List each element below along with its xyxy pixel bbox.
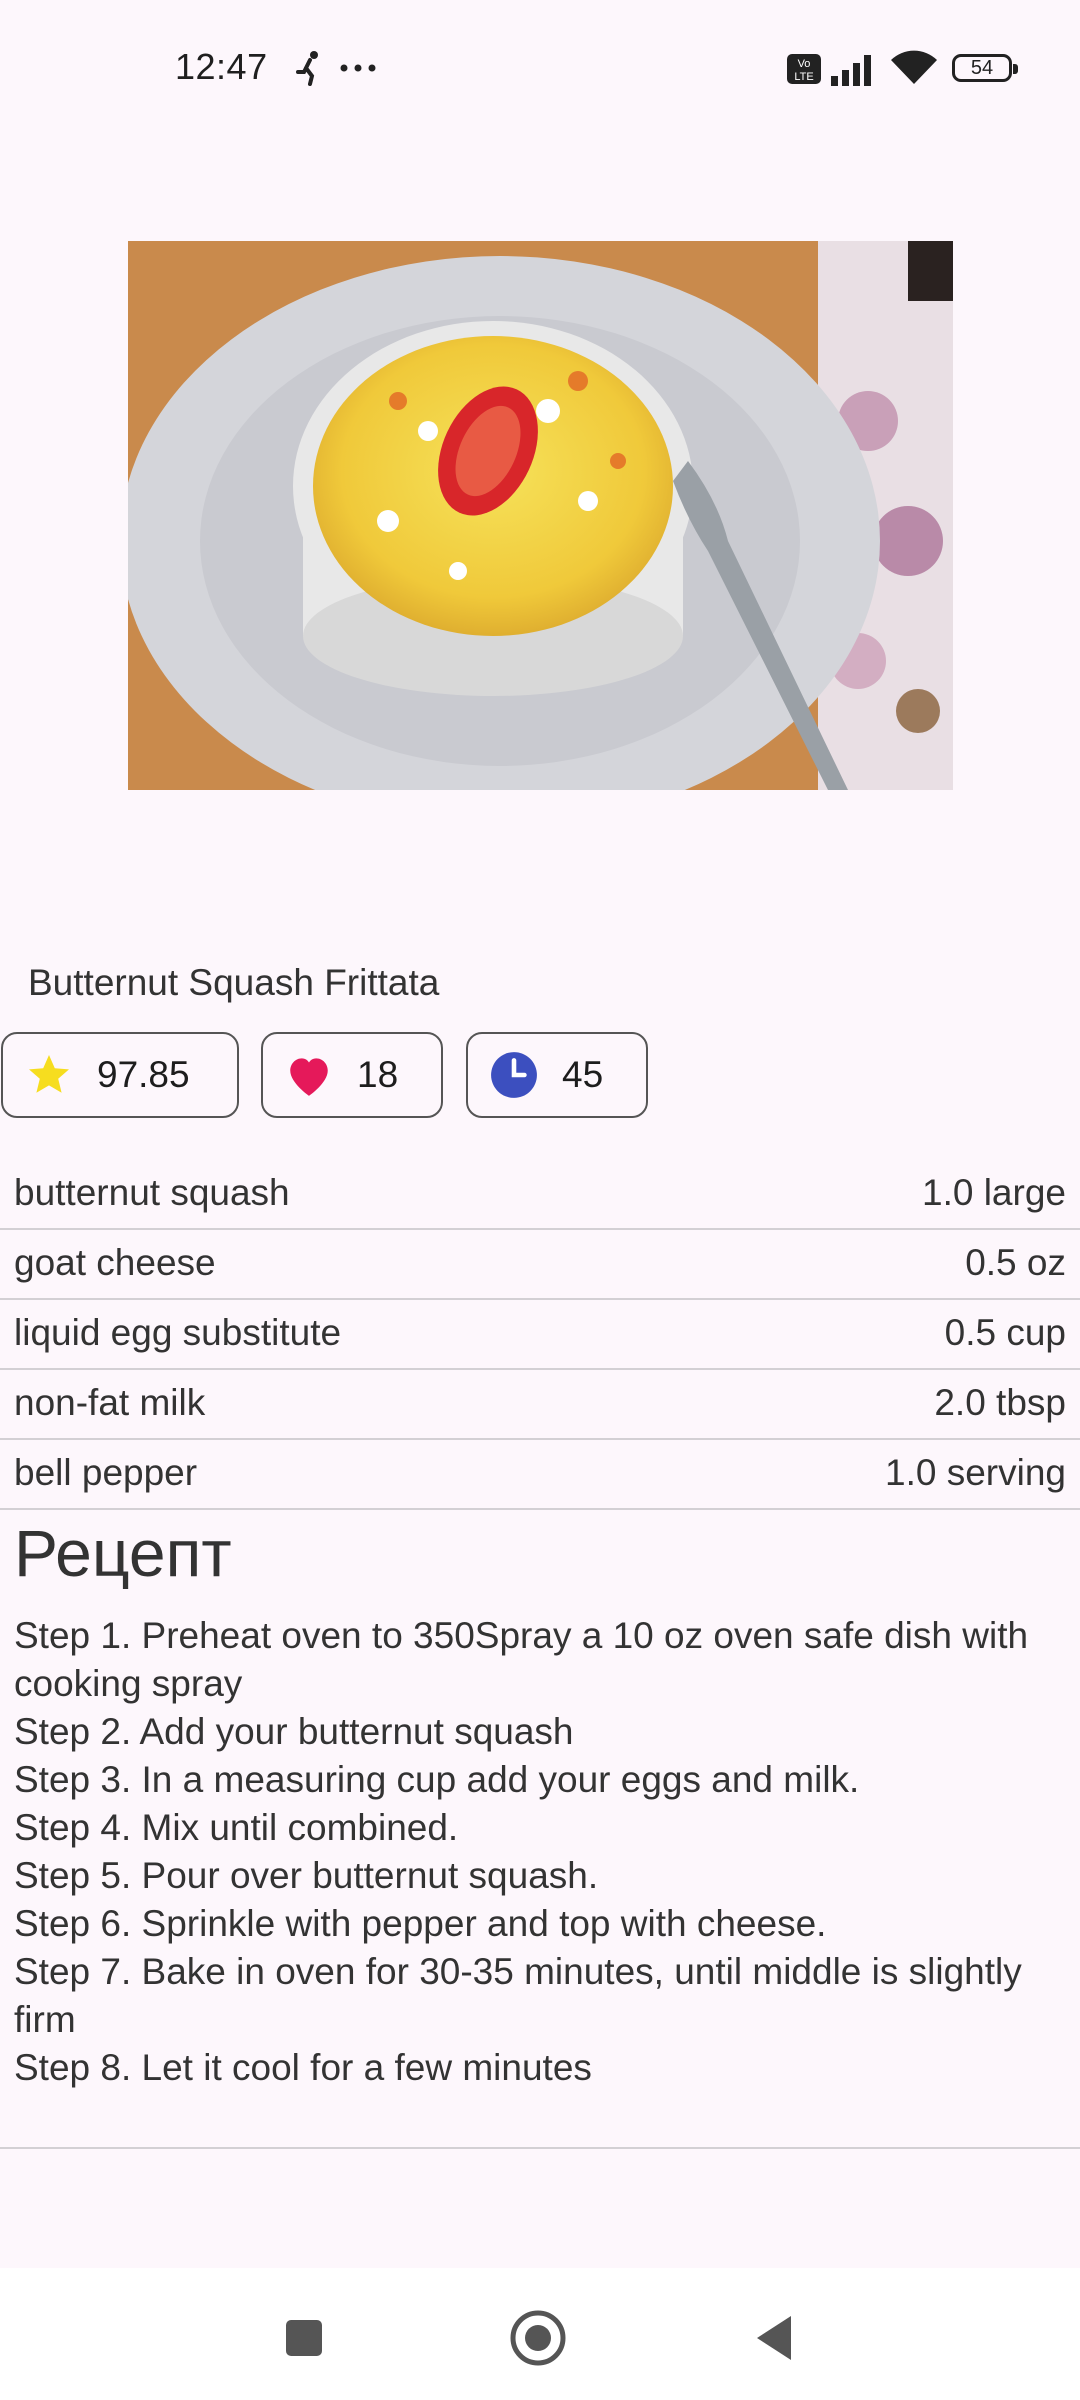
ingredient-row: bell pepper 1.0 serving xyxy=(0,1440,1080,1510)
walk-icon xyxy=(292,50,322,86)
status-bar: 12:47 Vo LTE 54 xyxy=(0,0,1080,140)
recipe-step: Step 3. In a measuring cup add your eggs… xyxy=(14,1759,860,1800)
recipe-steps: Step 1. Preheat oven to 350Spray a 10 oz… xyxy=(14,1612,1064,2092)
likes-chip[interactable]: 18 xyxy=(261,1032,443,1118)
recipe-step: Step 6. Sprinkle with pepper and top wit… xyxy=(14,1903,827,1944)
ingredient-quantity: 1.0 large xyxy=(922,1172,1066,1213)
clock-icon xyxy=(488,1049,540,1101)
ingredient-name: bell pepper xyxy=(14,1452,198,1493)
svg-text:Vo: Vo xyxy=(798,58,811,70)
svg-text:LTE: LTE xyxy=(794,71,813,83)
recipe-step: Step 7. Bake in oven for 30-35 minutes, … xyxy=(14,1951,1022,2040)
battery-icon: 54 xyxy=(952,54,1018,82)
time-value: 45 xyxy=(562,1054,604,1095)
ingredient-quantity: 0.5 cup xyxy=(944,1312,1066,1353)
rating-chip[interactable]: 97.85 xyxy=(1,1032,239,1118)
signal-icon xyxy=(831,52,879,86)
ingredient-name: butternut squash xyxy=(14,1172,290,1213)
ingredient-name: goat cheese xyxy=(14,1242,216,1283)
navigation-bar xyxy=(0,2268,1080,2400)
recents-square-icon[interactable] xyxy=(274,2308,334,2368)
recipe-title: Butternut Squash Frittata xyxy=(28,962,440,1003)
rating-value: 97.85 xyxy=(97,1054,190,1095)
heart-icon xyxy=(283,1049,335,1101)
ingredient-quantity: 2.0 tbsp xyxy=(934,1382,1066,1423)
recipe-section-title: Рецепт xyxy=(14,1516,232,1590)
recipe-step: Step 2. Add your butternut squash xyxy=(14,1711,574,1752)
recipe-photo xyxy=(128,241,953,790)
ingredient-list: butternut squash 1.0 large goat cheese 0… xyxy=(0,1160,1080,1510)
ingredient-row: goat cheese 0.5 oz xyxy=(0,1230,1080,1300)
ingredient-row: butternut squash 1.0 large xyxy=(0,1160,1080,1230)
divider xyxy=(0,2147,1080,2149)
ingredient-quantity: 0.5 oz xyxy=(965,1242,1066,1283)
recipe-step: Step 4. Mix until combined. xyxy=(14,1807,459,1848)
ingredient-row: non-fat milk 2.0 tbsp xyxy=(0,1370,1080,1440)
ingredient-name: liquid egg substitute xyxy=(14,1312,342,1353)
wifi-icon xyxy=(891,50,937,86)
recipe-step: Step 1. Preheat oven to 350Spray a 10 oz… xyxy=(14,1615,1029,1704)
ingredient-quantity: 1.0 serving xyxy=(885,1452,1066,1493)
recipe-step: Step 8. Let it cool for a few minutes xyxy=(14,2047,592,2088)
more-dots-icon xyxy=(340,64,376,72)
likes-value: 18 xyxy=(357,1054,399,1095)
ingredient-name: non-fat milk xyxy=(14,1382,206,1423)
recipe-step: Step 5. Pour over butternut squash. xyxy=(14,1855,599,1896)
volte-icon: Vo LTE xyxy=(787,54,821,84)
star-icon xyxy=(23,1049,75,1101)
home-circle-icon[interactable] xyxy=(508,2308,568,2368)
ingredient-row: liquid egg substitute 0.5 cup xyxy=(0,1300,1080,1370)
back-triangle-icon[interactable] xyxy=(744,2308,804,2368)
time-chip[interactable]: 45 xyxy=(466,1032,648,1118)
status-time: 12:47 xyxy=(175,46,268,87)
